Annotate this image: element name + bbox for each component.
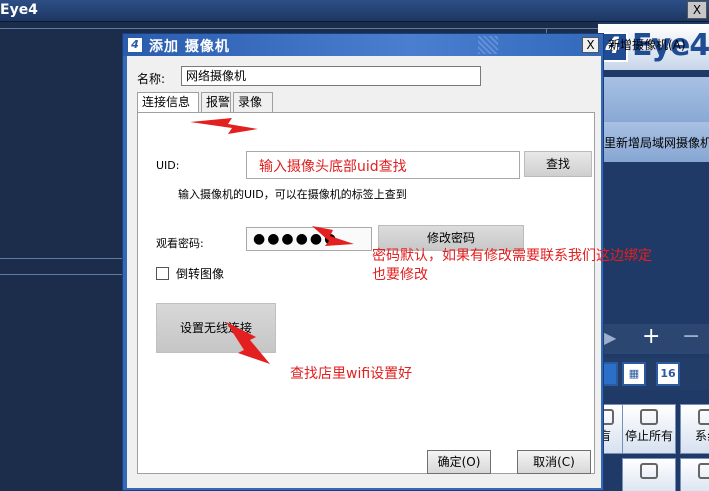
wifi-setup-button[interactable]: 设置无线连接 xyxy=(156,303,276,353)
search-button[interactable]: 查找 xyxy=(524,151,592,177)
divider xyxy=(0,28,600,29)
layout-16-icon[interactable]: 16 xyxy=(656,362,680,386)
grid-layout-icon[interactable]: ▦ xyxy=(622,362,646,386)
name-label: 名称: xyxy=(137,72,166,86)
play-icon[interactable]: ▶ xyxy=(604,328,616,347)
flip-image-checkbox[interactable] xyxy=(156,267,169,280)
app-title: Eye4 xyxy=(0,2,38,18)
plus-icon[interactable]: + xyxy=(642,324,660,349)
tool-icon xyxy=(698,463,709,479)
annotation-password-line2: 也要修改 xyxy=(372,267,428,283)
annotation-password-line1: 密码默认，如果有修改需要联系我们这边绑定 xyxy=(372,248,652,264)
alarm-button[interactable] xyxy=(622,458,676,491)
tab-record[interactable]: 录像 xyxy=(233,92,273,112)
name-input[interactable]: 网络摄像机 xyxy=(181,66,481,86)
annotation-wifi: 查找店里wifi设置好 xyxy=(290,366,413,382)
title-pattern xyxy=(478,36,498,54)
password-label: 观看密码: xyxy=(156,237,204,250)
system-label: 系纟 xyxy=(694,429,709,443)
system-icon xyxy=(698,409,709,425)
password-input[interactable]: ●●●●●● xyxy=(246,227,372,251)
tab-alarm[interactable]: 报警 xyxy=(201,92,231,112)
menu-add-lan-camera[interactable]: 里新增局域网摄像机 xyxy=(604,134,709,151)
bell-icon xyxy=(640,463,658,479)
dialog-title: 添加 摄像机 xyxy=(149,39,230,55)
sidebar-buttons: 盲 停止所有 系纟 xyxy=(578,402,709,491)
minus-icon[interactable]: − xyxy=(682,324,700,349)
stop-all-button[interactable]: 停止所有 xyxy=(622,404,676,454)
cancel-button[interactable]: 取消(C) xyxy=(517,450,591,474)
ok-button[interactable]: 确定(O) xyxy=(427,450,491,474)
connection-info-panel: UID: 输入摄像头底部uid查找 查找 输入摄像机的UID，可以在摄像机的标签… xyxy=(137,112,595,474)
sidebar-button[interactable] xyxy=(680,458,709,491)
annotation-password: 密码默认，如果有修改需要联系我们这边绑定 也要修改 xyxy=(372,247,652,285)
menu-add-camera[interactable]: 新增摄像机(A) xyxy=(608,36,686,53)
stop-all-label: 停止所有 xyxy=(624,429,673,443)
uid-label: UID: xyxy=(156,159,180,172)
flip-image-label: 倒转图像 xyxy=(176,267,225,281)
system-button[interactable]: 系纟 xyxy=(680,404,709,454)
uid-hint: 输入摄像机的UID，可以在摄像机的标签上查到 xyxy=(178,188,407,201)
uid-input[interactable]: 输入摄像头底部uid查找 xyxy=(246,151,520,179)
dialog-close-button[interactable]: X xyxy=(582,37,599,53)
tab-connection-info[interactable]: 连接信息 xyxy=(137,92,199,113)
app-icon: 4 xyxy=(127,37,143,53)
app-titlebar: Eye4 X xyxy=(0,0,709,22)
app-close-button[interactable]: X xyxy=(687,1,707,19)
network-icon xyxy=(640,409,658,425)
sidebar-toolbar: ▶ + − xyxy=(598,324,709,354)
layout-selector: ▦ 16 xyxy=(594,358,709,390)
dialog-titlebar: 4 添加 摄像机 X xyxy=(123,34,603,56)
